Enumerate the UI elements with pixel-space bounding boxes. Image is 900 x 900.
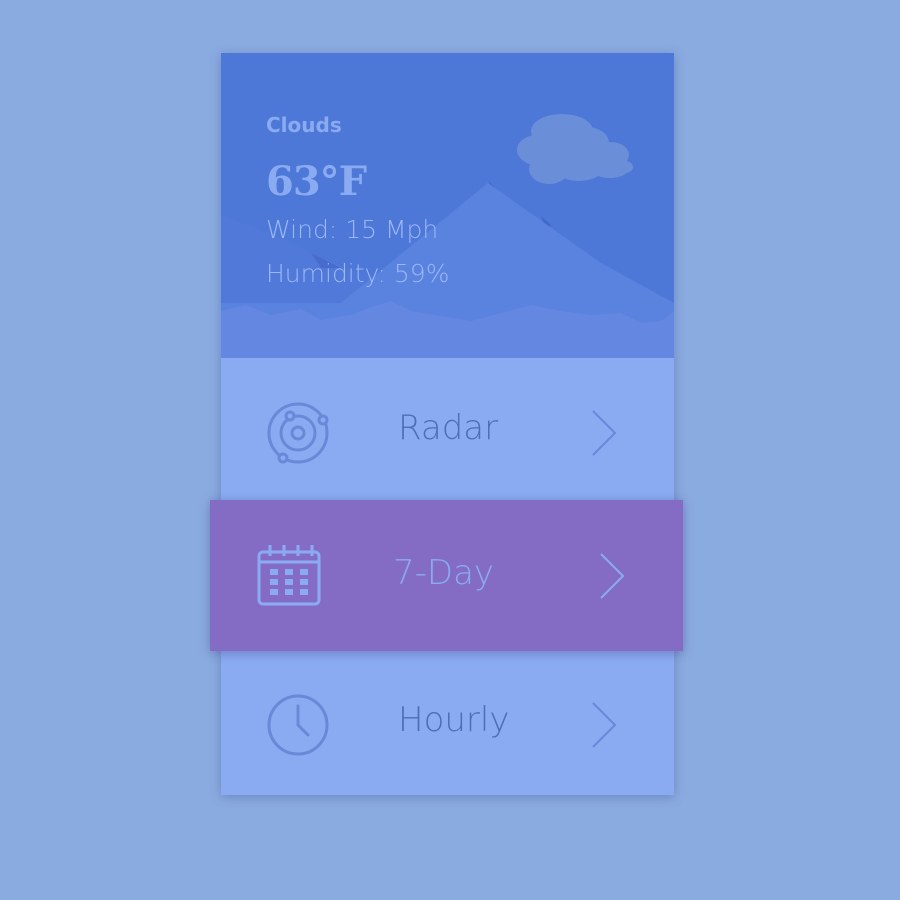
radar-icon — [267, 402, 329, 464]
menu-item-hourly[interactable]: Hourly — [221, 650, 674, 795]
weather-header: Clouds 63°F Wind: 15 Mph Humidity: 59% — [221, 53, 674, 358]
weather-condition: Clouds — [266, 113, 342, 137]
humidity-reading: Humidity: 59% — [266, 259, 450, 288]
menu-item-7-day[interactable]: 7-Day — [210, 500, 683, 651]
wind-speed: Wind: 15 Mph — [266, 215, 439, 244]
mountain-landscape-illustration — [221, 181, 674, 358]
chevron-right-icon — [592, 702, 617, 748]
chevron-right-icon — [592, 410, 617, 456]
cloud-icon — [517, 114, 633, 184]
weather-card: Clouds 63°F Wind: 15 Mph Humidity: 59% R… — [221, 53, 674, 795]
chevron-right-icon — [600, 553, 625, 599]
menu-item-label: Radar — [398, 408, 499, 448]
clock-icon — [267, 694, 329, 756]
menu-item-radar[interactable]: Radar — [221, 358, 674, 503]
temperature-reading: 63°F — [266, 158, 367, 205]
menu-item-label: Hourly — [398, 700, 510, 740]
calendar-icon — [257, 545, 321, 606]
menu-item-label: 7-Day — [393, 553, 495, 593]
